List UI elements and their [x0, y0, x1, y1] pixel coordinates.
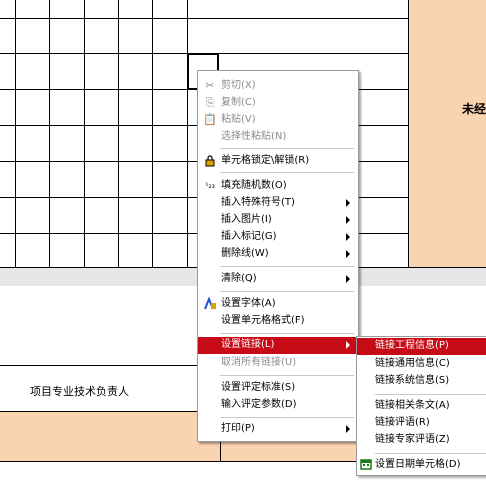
menu-item-label: 复制(C) [221, 97, 256, 108]
menu-item-label: 设置单元格格式(F) [221, 315, 305, 326]
paste-icon: 📋 [203, 113, 217, 126]
menu-item-label: 设置评定标准(S) [221, 382, 296, 393]
menu-item-cut[interactable]: ✂ 剪切(X) [198, 78, 358, 94]
menu-item-label: 剪切(X) [221, 80, 256, 91]
menu-item-strikethrough[interactable]: 删除线(W) [198, 246, 358, 262]
menu-separator [220, 172, 354, 173]
menu-item-label: 单元格锁定\解锁(R) [221, 155, 310, 166]
submenu-item-link-system-info[interactable]: 链接系统信息(S) [357, 373, 486, 389]
menu-item-set-criteria[interactable]: 设置评定标准(S) [198, 380, 358, 396]
grid-line [84, 0, 85, 268]
menu-separator [220, 375, 354, 376]
menu-item-set-font[interactable]: 设置字体(A) [198, 296, 358, 312]
menu-item-insert-picture[interactable]: 插入图片(I) [198, 212, 358, 228]
calendar-icon [360, 458, 373, 471]
menu-separator [220, 291, 354, 292]
submenu-item-link-expert-comments[interactable]: 链接专家评语(Z) [357, 432, 486, 448]
menu-separator [220, 333, 354, 334]
menu-item-cancel-links[interactable]: 取消所有链接(U) [198, 355, 358, 371]
menu-item-cell-format[interactable]: 设置单元格格式(F) [198, 313, 358, 329]
submenu-item-link-comments[interactable]: 链接评语(R) [357, 415, 486, 431]
link-submenu: 链接工程信息(P) 链接通用信息(C) 链接系统信息(S) 链接相关条文(A) … [356, 336, 486, 476]
lock-icon [203, 154, 217, 168]
menu-item-label: 设置日期单元格(D) [375, 459, 461, 470]
context-menu: ✂ 剪切(X) ⎘ 复制(C) 📋 粘贴(V) 选择性粘贴(N) 单元格锁定\解… [197, 70, 359, 442]
menu-separator [220, 417, 354, 418]
menu-separator [375, 453, 486, 454]
menu-item-label: 插入图片(I) [221, 214, 272, 225]
menu-item-label: 选择性粘贴(N) [221, 131, 287, 142]
menu-item-label: 插入特殊符号(T) [221, 197, 295, 208]
menu-item-label: 链接专家评语(Z) [375, 434, 450, 445]
grid-line [118, 0, 119, 268]
menu-item-label: 打印(P) [221, 423, 255, 434]
menu-item-label: 填充随机数(O) [221, 180, 287, 191]
submenu-item-set-date-cell[interactable]: 设置日期单元格(D) [357, 457, 486, 473]
menu-item-label: 输入评定参数(D) [221, 399, 297, 410]
menu-item-lock-unlock[interactable]: 单元格锁定\解锁(R) [198, 153, 358, 169]
submenu-arrow-icon [346, 216, 350, 224]
menu-item-copy[interactable]: ⎘ 复制(C) [198, 95, 358, 111]
grid-line [187, 0, 188, 268]
random-number-icon: ¹₂₃ [205, 181, 215, 190]
submenu-arrow-icon [346, 250, 350, 258]
menu-item-label: 链接工程信息(P) [375, 340, 449, 351]
menu-item-insert-symbol[interactable]: 插入特殊符号(T) [198, 195, 358, 211]
column-header-label: 未经 [462, 102, 486, 116]
submenu-arrow-icon [346, 233, 350, 241]
row-label-tech-lead: 项目专业技术负责人 [30, 385, 129, 398]
menu-item-print[interactable]: 打印(P) [198, 421, 358, 437]
submenu-item-link-project-info[interactable]: 链接工程信息(P) [357, 338, 486, 355]
menu-item-label: 插入标记(G) [221, 231, 277, 242]
menu-item-clear[interactable]: 清除(Q) [198, 271, 358, 287]
scissors-icon: ✂ [205, 79, 215, 92]
menu-separator [220, 148, 354, 149]
menu-item-label: 粘贴(V) [221, 114, 256, 125]
menu-item-label: 链接通用信息(C) [375, 358, 450, 369]
menu-item-label: 链接系统信息(S) [375, 375, 450, 386]
menu-item-label: 链接相关条文(A) [375, 400, 450, 411]
submenu-arrow-icon [346, 341, 350, 349]
menu-item-insert-mark[interactable]: 插入标记(G) [198, 229, 358, 245]
menu-item-paste-special[interactable]: 选择性粘贴(N) [198, 129, 358, 145]
menu-item-label: 设置链接(L) [221, 339, 275, 350]
menu-item-label: 取消所有链接(U) [221, 357, 297, 368]
submenu-arrow-icon [346, 275, 350, 283]
grid-line [152, 0, 153, 268]
font-icon [203, 296, 217, 311]
menu-item-input-params[interactable]: 输入评定参数(D) [198, 397, 358, 413]
menu-item-label: 设置字体(A) [221, 298, 276, 309]
menu-item-set-link[interactable]: 设置链接(L) [198, 337, 358, 354]
grid-line [0, 18, 408, 19]
submenu-item-link-clauses[interactable]: 链接相关条文(A) [357, 398, 486, 414]
copy-icon: ⎘ [205, 96, 215, 109]
menu-item-paste[interactable]: 📋 粘贴(V) [198, 112, 358, 128]
submenu-arrow-icon [346, 425, 350, 433]
menu-item-fill-random[interactable]: ¹₂₃ 填充随机数(O) [198, 178, 358, 194]
menu-item-label: 删除线(W) [221, 248, 269, 259]
menu-item-label: 清除(Q) [221, 273, 257, 284]
grid-line [408, 0, 409, 268]
header-cell-peach[interactable] [408, 0, 486, 268]
menu-separator [375, 394, 486, 395]
grid-line [15, 0, 16, 268]
submenu-arrow-icon [346, 199, 350, 207]
menu-separator [220, 266, 354, 267]
submenu-item-link-general-info[interactable]: 链接通用信息(C) [357, 356, 486, 372]
menu-item-label: 链接评语(R) [375, 417, 430, 428]
grid-line [49, 0, 50, 268]
